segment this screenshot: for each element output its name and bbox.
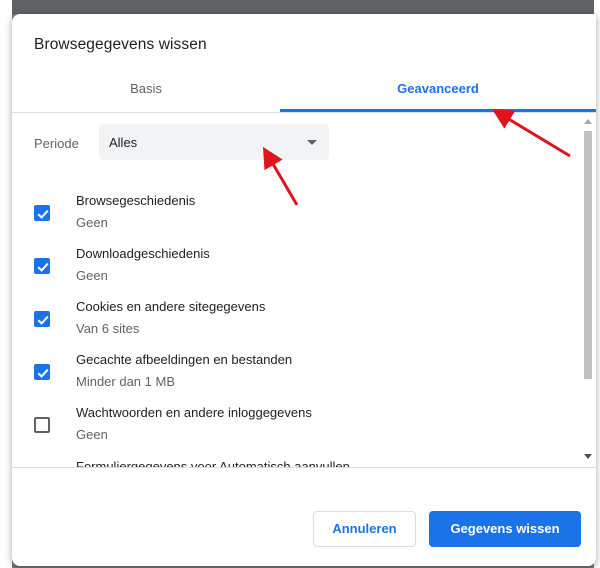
checkbox-sublabel: Geen bbox=[76, 268, 108, 283]
checkbox-item-download-history[interactable]: Downloadgeschiedenis Geen bbox=[12, 246, 580, 298]
scroll-up-icon[interactable] bbox=[584, 119, 592, 124]
dialog-title: Browsegegevens wissen bbox=[34, 36, 207, 53]
check-icon bbox=[37, 262, 49, 272]
checkbox-download-history[interactable] bbox=[34, 258, 50, 274]
checkbox-label: Formuliergegevens voor Automatisch aanvu… bbox=[76, 459, 350, 467]
checkbox-sublabel: Geen bbox=[76, 215, 108, 230]
clear-browsing-data-dialog: Browsegegevens wissen Basis Geavanceerd … bbox=[12, 14, 596, 566]
tab-basis[interactable]: Basis bbox=[12, 74, 280, 112]
checkbox-label: Gecachte afbeeldingen en bestanden bbox=[76, 352, 293, 367]
background-page-top bbox=[0, 0, 600, 14]
checkbox-item-passwords[interactable]: Wachtwoorden en andere inloggegevens Gee… bbox=[12, 405, 580, 457]
checkbox-item-cookies[interactable]: Cookies en andere sitegegevens Van 6 sit… bbox=[12, 299, 580, 351]
scrollbar-thumb[interactable] bbox=[584, 131, 592, 379]
background-page-left bbox=[0, 0, 12, 568]
check-icon bbox=[37, 368, 49, 378]
checkbox-label: Browsegeschiedenis bbox=[76, 193, 196, 208]
check-icon bbox=[37, 209, 49, 219]
check-icon bbox=[37, 315, 49, 325]
checkbox-browsing-history[interactable] bbox=[34, 205, 50, 221]
dropdown-arrow-icon bbox=[307, 140, 317, 145]
checkbox-label: Wachtwoorden en andere inloggegevens bbox=[76, 405, 312, 420]
checkbox-item-browsing-history[interactable]: Browsegeschiedenis Geen bbox=[12, 193, 580, 245]
cancel-button[interactable]: Annuleren bbox=[313, 511, 416, 547]
checkbox-label: Cookies en andere sitegegevens bbox=[76, 299, 266, 314]
scrollbar[interactable] bbox=[580, 113, 596, 467]
period-select[interactable]: Alles bbox=[99, 124, 329, 160]
checkbox-sublabel: Minder dan 1 MB bbox=[76, 374, 175, 389]
checkbox-cookies[interactable] bbox=[34, 311, 50, 327]
checkbox-sublabel: Van 6 sites bbox=[76, 321, 140, 336]
checkbox-item-cached-images[interactable]: Gecachte afbeeldingen en bestanden Minde… bbox=[12, 352, 580, 404]
tab-bar: Basis Geavanceerd bbox=[12, 74, 596, 113]
period-select-value: Alles bbox=[109, 135, 138, 150]
period-label: Periode bbox=[34, 136, 79, 151]
checkbox-cached-images[interactable] bbox=[34, 364, 50, 380]
tab-advanced[interactable]: Geavanceerd bbox=[280, 74, 596, 112]
checkbox-item-autofill[interactable]: Formuliergegevens voor Automatisch aanvu… bbox=[12, 459, 580, 467]
checkbox-label: Downloadgeschiedenis bbox=[76, 246, 210, 261]
clear-data-button[interactable]: Gegevens wissen bbox=[429, 511, 581, 547]
active-tab-indicator bbox=[280, 109, 596, 112]
checkbox-sublabel: Geen bbox=[76, 427, 108, 442]
footer-divider bbox=[12, 467, 596, 468]
checkbox-passwords[interactable] bbox=[34, 417, 50, 433]
scroll-down-icon[interactable] bbox=[584, 454, 592, 459]
dialog-content: Periode Alles Browsegeschiedenis Geen Do… bbox=[12, 113, 580, 467]
